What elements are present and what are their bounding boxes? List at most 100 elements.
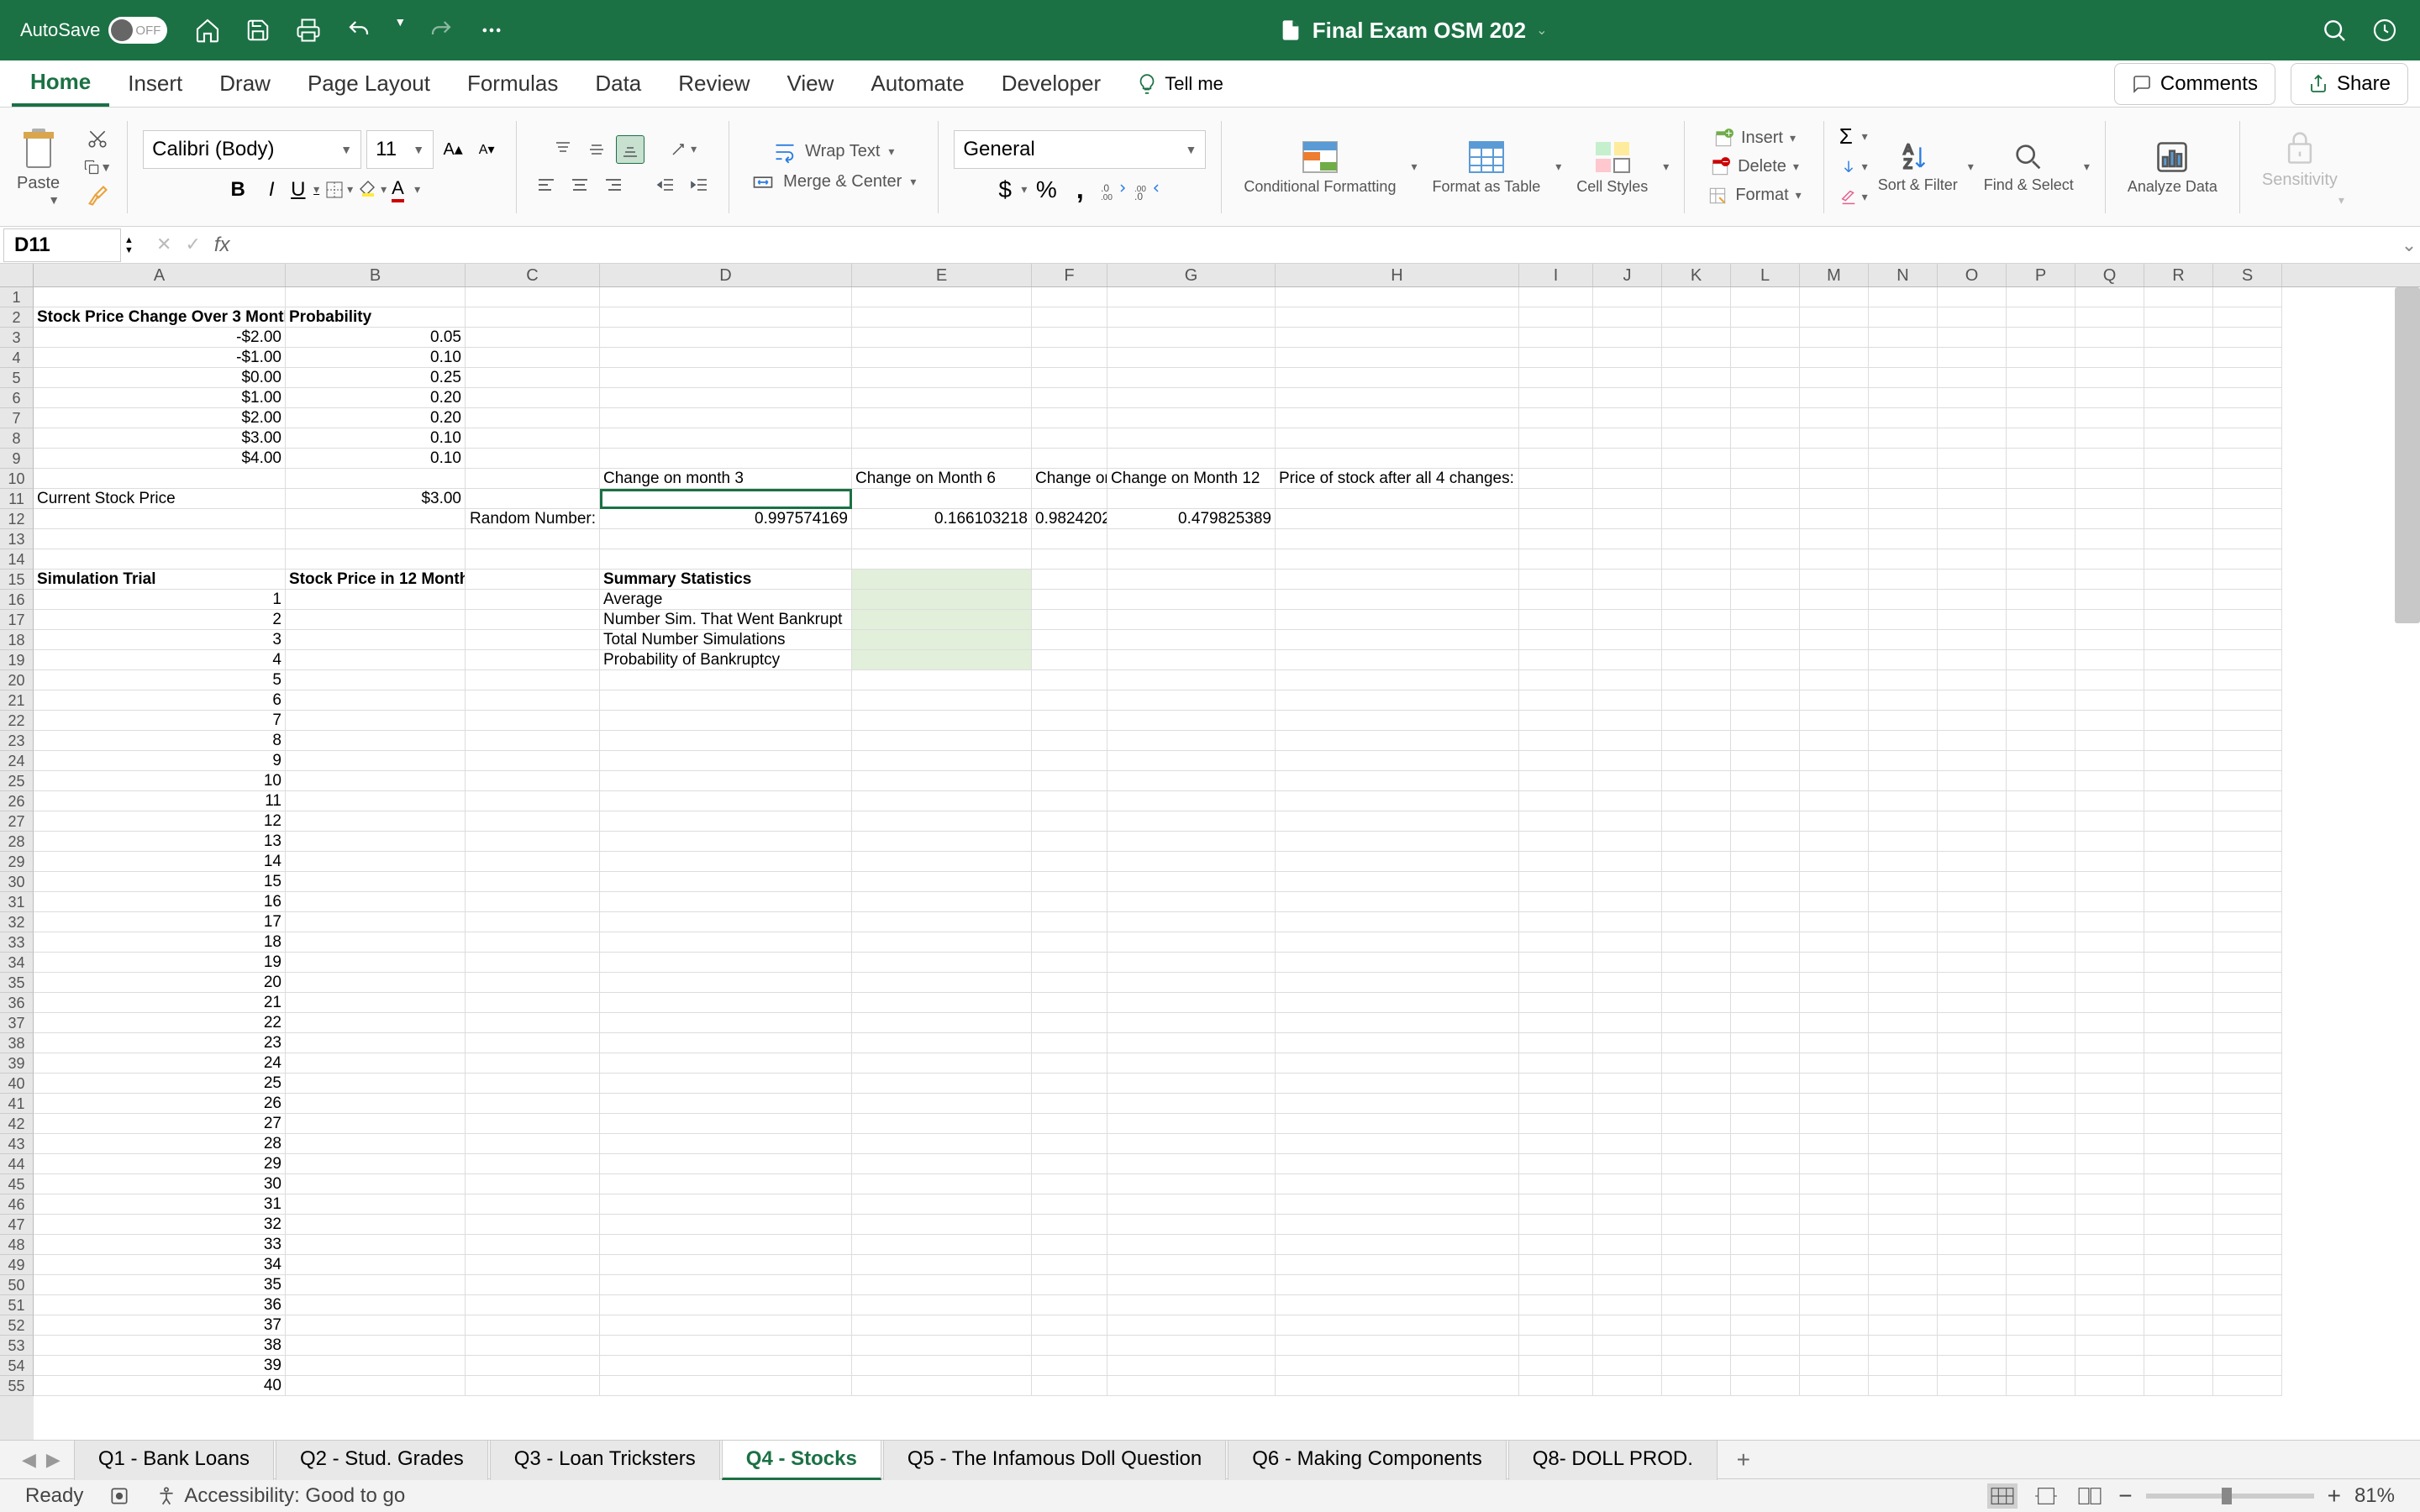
cell[interactable]: [1800, 348, 1869, 368]
cell[interactable]: [1593, 751, 1662, 771]
cell[interactable]: [286, 892, 466, 912]
cell[interactable]: [2144, 1033, 2213, 1053]
cell[interactable]: [1662, 892, 1731, 912]
cell[interactable]: [2144, 1255, 2213, 1275]
cell[interactable]: [1593, 892, 1662, 912]
cell[interactable]: [1519, 852, 1593, 872]
expand-formula-bar-icon[interactable]: ⌄: [2398, 234, 2420, 256]
cell[interactable]: [852, 852, 1032, 872]
cell[interactable]: 0.982420226: [1032, 509, 1107, 529]
column-header[interactable]: B: [286, 264, 466, 286]
cell[interactable]: [2144, 1013, 2213, 1033]
cell[interactable]: [2075, 630, 2144, 650]
cell[interactable]: $2.00: [34, 408, 286, 428]
vertical-scrollbar[interactable]: [2395, 287, 2420, 623]
cell[interactable]: [1519, 630, 1593, 650]
cell[interactable]: [2144, 368, 2213, 388]
cell[interactable]: [852, 287, 1032, 307]
history-icon[interactable]: [2370, 15, 2400, 45]
cell[interactable]: [1869, 670, 1938, 690]
cell[interactable]: [1107, 932, 1276, 953]
cell[interactable]: [1519, 509, 1593, 529]
row-header[interactable]: 20: [0, 670, 34, 690]
cell[interactable]: [600, 791, 852, 811]
cell[interactable]: [286, 832, 466, 852]
cell[interactable]: [2075, 993, 2144, 1013]
cell[interactable]: [286, 1215, 466, 1235]
cell[interactable]: [2075, 307, 2144, 328]
cell[interactable]: [1869, 590, 1938, 610]
cell[interactable]: [1800, 791, 1869, 811]
cell[interactable]: [2007, 469, 2075, 489]
cell[interactable]: [1107, 1376, 1276, 1396]
cell[interactable]: [1107, 690, 1276, 711]
cell[interactable]: [852, 408, 1032, 428]
cell[interactable]: [1593, 1053, 1662, 1074]
cell[interactable]: [2075, 1376, 2144, 1396]
cell[interactable]: [1800, 469, 1869, 489]
cell[interactable]: [852, 650, 1032, 670]
cell[interactable]: [466, 1094, 600, 1114]
cell[interactable]: [1593, 529, 1662, 549]
cell[interactable]: [1869, 832, 1938, 852]
cell[interactable]: [2213, 1033, 2282, 1053]
align-right-icon[interactable]: [599, 171, 628, 199]
cell[interactable]: [1276, 1275, 1519, 1295]
cell[interactable]: [1107, 368, 1276, 388]
cell[interactable]: [1107, 549, 1276, 570]
row-header[interactable]: 55: [0, 1376, 34, 1396]
cell[interactable]: [1032, 892, 1107, 912]
cell[interactable]: [1662, 529, 1731, 549]
cell[interactable]: [1662, 570, 1731, 590]
cell[interactable]: [1032, 953, 1107, 973]
cell[interactable]: [1593, 731, 1662, 751]
cell[interactable]: [600, 1013, 852, 1033]
cell[interactable]: [1593, 670, 1662, 690]
cell[interactable]: [2075, 1295, 2144, 1315]
cell[interactable]: [1662, 1134, 1731, 1154]
cell[interactable]: [1800, 953, 1869, 973]
cell[interactable]: [1593, 469, 1662, 489]
cell[interactable]: [2144, 1295, 2213, 1315]
cell[interactable]: [2007, 1275, 2075, 1295]
cell[interactable]: [1800, 408, 1869, 428]
align-left-icon[interactable]: [532, 171, 560, 199]
cell[interactable]: [1276, 1215, 1519, 1235]
cell[interactable]: [1662, 711, 1731, 731]
cell[interactable]: [1662, 287, 1731, 307]
cell[interactable]: [1519, 1174, 1593, 1194]
cell[interactable]: [1731, 328, 1800, 348]
cell[interactable]: [1276, 1315, 1519, 1336]
cell[interactable]: Current Stock Price: [34, 489, 286, 509]
row-header[interactable]: 33: [0, 932, 34, 953]
cell[interactable]: [1731, 711, 1800, 731]
cell[interactable]: [1662, 307, 1731, 328]
cell[interactable]: [2007, 1033, 2075, 1053]
cell[interactable]: [2007, 1235, 2075, 1255]
cells[interactable]: Stock Price Change Over 3 MonthsProbabil…: [34, 287, 2420, 1440]
cell[interactable]: [2213, 993, 2282, 1013]
cell[interactable]: [1938, 832, 2007, 852]
align-bottom-icon[interactable]: [616, 135, 644, 164]
cell[interactable]: [1731, 1376, 1800, 1396]
cell[interactable]: [2075, 650, 2144, 670]
cell[interactable]: [2007, 711, 2075, 731]
cell[interactable]: [2007, 751, 2075, 771]
cell[interactable]: [1107, 1174, 1276, 1194]
cell[interactable]: [2213, 690, 2282, 711]
cell[interactable]: [1800, 1215, 1869, 1235]
cell[interactable]: [1869, 791, 1938, 811]
cell[interactable]: [2213, 1194, 2282, 1215]
cell[interactable]: [2075, 1074, 2144, 1094]
cell[interactable]: [1032, 912, 1107, 932]
cell[interactable]: [1276, 932, 1519, 953]
undo-icon[interactable]: [344, 15, 374, 45]
cell[interactable]: [1276, 832, 1519, 852]
cell[interactable]: [1032, 1053, 1107, 1074]
cell[interactable]: [2075, 1215, 2144, 1235]
cell[interactable]: [1593, 1295, 1662, 1315]
cell[interactable]: [1938, 348, 2007, 368]
macro-rec-icon[interactable]: [108, 1485, 130, 1507]
cell[interactable]: [1731, 1255, 1800, 1275]
cell[interactable]: [1276, 570, 1519, 590]
